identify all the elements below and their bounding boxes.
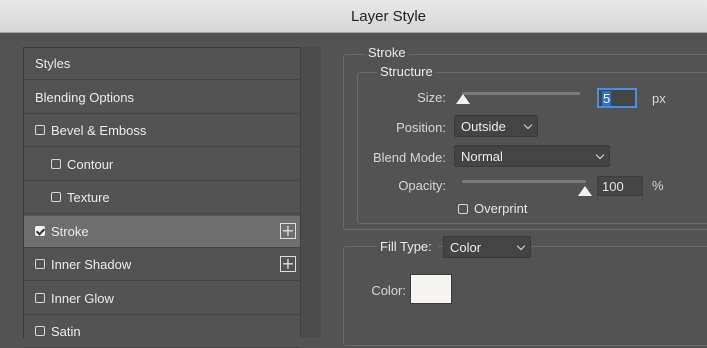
styles-list-rail [300, 47, 321, 337]
unchecked-checkbox[interactable] [51, 192, 61, 202]
opacity-unit: % [652, 178, 664, 193]
styles-list-item-label: Inner Shadow [51, 257, 132, 272]
styles-list-item-stroke[interactable]: Stroke + [24, 215, 301, 248]
overprint-label: Overprint [474, 201, 528, 216]
styles-list-item-styles[interactable]: Styles [24, 48, 301, 80]
position-select-value: Outside [461, 119, 506, 134]
add-effect-icon[interactable]: + [280, 256, 296, 272]
styles-list-item-label: Inner Glow [51, 290, 114, 306]
unchecked-checkbox[interactable] [35, 259, 45, 269]
fill-type-select-value: Color [450, 240, 482, 255]
opacity-input[interactable]: 100 [597, 176, 643, 196]
styles-list-item-contour[interactable]: Contour [24, 149, 301, 181]
size-label: Size: [417, 90, 446, 105]
styles-list-item-texture[interactable]: Texture [24, 182, 301, 214]
styles-list-item-label: Blending Options [35, 89, 135, 105]
opacity-slider-thumb[interactable] [578, 186, 592, 196]
stroke-color-swatch[interactable] [410, 274, 452, 304]
size-input[interactable]: 5 [597, 88, 637, 108]
add-effect-icon[interactable]: + [280, 222, 296, 239]
styles-list-item-label: Bevel & Emboss [51, 123, 147, 138]
styles-list-item-label: Contour [67, 156, 114, 172]
styles-list-item-label: Styles [35, 56, 71, 71]
styles-list-item-label: Stroke [51, 223, 89, 239]
title-bar: Layer Style [0, 0, 707, 33]
unchecked-checkbox[interactable] [51, 158, 61, 169]
unchecked-checkbox[interactable] [35, 326, 45, 336]
blend-mode-select-value: Normal [461, 149, 503, 164]
unchecked-checkbox[interactable] [35, 292, 45, 303]
position-label: Position: [396, 120, 446, 135]
size-slider-track[interactable] [462, 92, 580, 95]
styles-list-item-blending-options[interactable]: Blending Options [24, 82, 301, 114]
size-slider-thumb[interactable] [456, 94, 470, 104]
blend-mode-select[interactable]: Normal [454, 145, 610, 167]
unchecked-checkbox[interactable] [35, 125, 45, 135]
fill-type-label: Fill Type: [377, 239, 438, 254]
checked-checkbox[interactable] [35, 225, 45, 236]
styles-list-item-inner-glow[interactable]: Inner Glow [24, 283, 301, 315]
opacity-slider-track[interactable] [462, 180, 586, 183]
styles-list-item-inner-shadow[interactable]: Inner Shadow + [24, 249, 301, 281]
color-label: Color: [371, 283, 406, 298]
styles-list-item-bevel-emboss[interactable]: Bevel & Emboss [24, 115, 301, 147]
structure-title: Structure [377, 64, 436, 79]
chevron-down-icon [595, 150, 605, 160]
opacity-label: Opacity: [398, 178, 446, 193]
overprint-checkbox[interactable] [458, 204, 468, 214]
styles-list-item-label: Texture [67, 190, 110, 205]
chevron-down-icon [516, 241, 526, 251]
styles-list: Styles Blending Options Bevel & Emboss Cont… [23, 47, 302, 348]
window-title: Layer Style [350, 8, 427, 25]
size-unit: px [652, 91, 666, 106]
position-select[interactable]: Outside [454, 115, 538, 137]
fill-type-select[interactable]: Color [443, 236, 531, 258]
styles-list-item-satin[interactable]: Satin [24, 316, 301, 348]
stroke-section-title: Stroke [365, 45, 409, 60]
blend-mode-label: Blend Mode: [373, 150, 446, 165]
chevron-down-icon [523, 120, 533, 130]
